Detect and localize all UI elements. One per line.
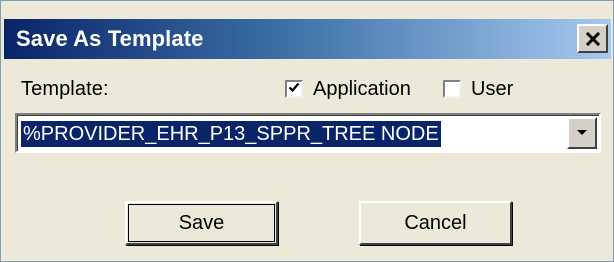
user-checkbox-label: User xyxy=(471,78,514,100)
checkmark-icon xyxy=(288,80,300,98)
close-icon xyxy=(585,31,601,47)
template-dropdown-button[interactable] xyxy=(567,117,597,149)
application-checkbox-label: Application xyxy=(313,78,411,100)
template-selected-value[interactable]: %PROVIDER_EHR_P13_SPPR_TREE NODE xyxy=(21,121,441,147)
save-as-template-dialog: Save As Template Template: Application U… xyxy=(0,0,614,262)
application-checkbox[interactable] xyxy=(285,80,303,98)
dialog-title: Save As Template xyxy=(16,26,204,51)
save-button[interactable]: Save xyxy=(125,201,278,245)
chevron-down-icon xyxy=(576,124,588,142)
cancel-button[interactable]: Cancel xyxy=(359,201,512,245)
user-checkbox-group[interactable]: User xyxy=(443,75,513,103)
close-button[interactable] xyxy=(577,24,608,53)
application-checkbox-group[interactable]: Application xyxy=(285,75,411,103)
template-label: Template: xyxy=(21,78,109,100)
user-checkbox[interactable] xyxy=(443,80,461,98)
dialog-titlebar: Save As Template xyxy=(4,19,611,59)
template-combobox[interactable]: %PROVIDER_EHR_P13_SPPR_TREE NODE xyxy=(15,113,601,153)
